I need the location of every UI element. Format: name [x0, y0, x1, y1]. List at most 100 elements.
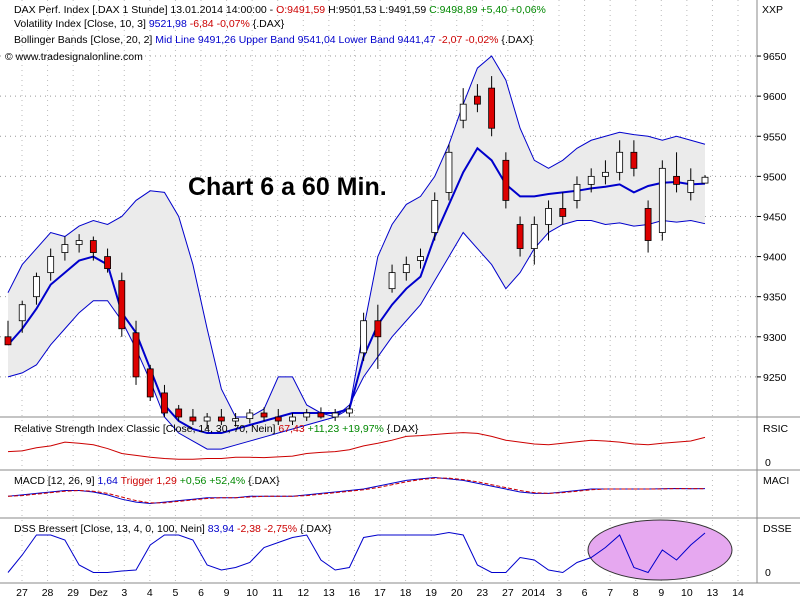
- rsi-header: Relative Strength Index Classic [Close, …: [14, 423, 419, 435]
- time-tick-label: 18: [400, 587, 412, 599]
- time-tick-label: 23: [476, 587, 488, 599]
- time-tick-label: 17: [374, 587, 386, 599]
- candle-body: [687, 179, 695, 193]
- candle: [317, 407, 325, 419]
- candle-body: [388, 272, 396, 290]
- candle-body: [345, 408, 353, 414]
- candle-body: [118, 280, 126, 330]
- time-tick-label: 9: [658, 587, 664, 599]
- time-tick-label: 27: [16, 587, 28, 599]
- price-tick-label: 9600: [763, 91, 787, 103]
- time-tick-label: 13: [707, 587, 719, 599]
- candle-body: [602, 171, 609, 177]
- candle-body: [701, 176, 709, 184]
- rsi-panel: [7, 432, 706, 460]
- candle-body: [75, 240, 83, 245]
- candle-body: [104, 256, 111, 270]
- candle-body: [559, 208, 567, 217]
- candle-body: [132, 332, 140, 378]
- candle-body: [18, 304, 26, 322]
- time-tick-label: 14: [732, 587, 744, 599]
- candle-body: [431, 200, 439, 233]
- time-tick-label: 4: [147, 587, 153, 599]
- candle-body: [146, 368, 154, 398]
- price-tick-label: 9400: [763, 252, 787, 264]
- time-tick-label: 12: [297, 587, 309, 599]
- time-tick-label: 13: [323, 587, 335, 599]
- candle-body: [33, 276, 40, 298]
- candle-body: [331, 412, 339, 418]
- candle-body: [573, 183, 581, 201]
- candle-body: [459, 103, 467, 121]
- time-tick-label: 11: [272, 587, 283, 599]
- candle: [118, 272, 126, 337]
- candle-body: [89, 240, 97, 253]
- candle-body: [274, 416, 282, 422]
- candle-body: [502, 159, 510, 201]
- candle-body: [289, 416, 296, 422]
- dss-axis-label: DSSE: [763, 523, 792, 535]
- time-tick-label: 2014: [522, 587, 546, 599]
- time-tick-label: 19: [425, 587, 437, 599]
- candle-body: [203, 416, 211, 422]
- candle: [502, 152, 510, 209]
- candle-body: [360, 320, 368, 354]
- candle-body: [260, 412, 268, 418]
- candle-body: [516, 224, 524, 249]
- candle-body: [246, 412, 254, 420]
- copyright-text: © www.tradesignalonline.com: [5, 51, 143, 63]
- candle-body: [232, 418, 239, 422]
- candle: [445, 144, 453, 201]
- candle: [146, 364, 154, 401]
- time-tick-label: 5: [173, 587, 179, 599]
- dss-highlight: [587, 519, 733, 581]
- candle-body: [374, 320, 382, 338]
- candle-body: [4, 336, 12, 346]
- macd-header: MACD [12, 26, 9] 1,64 Trigger 1,29 +0,56…: [14, 475, 280, 487]
- time-tick-label: 3: [556, 587, 562, 599]
- price-tick-label: 9450: [763, 211, 787, 223]
- rsi-zero-label: 0: [765, 457, 771, 469]
- candle-body: [417, 256, 424, 261]
- price-tick-label: 9350: [763, 292, 787, 304]
- time-tick-label: 9: [224, 587, 230, 599]
- header-line3: Bollinger Bands [Close, 20, 2] Mid Line …: [14, 34, 533, 46]
- candle-body: [616, 151, 624, 173]
- candle: [331, 408, 339, 422]
- candle: [658, 160, 666, 241]
- rsi-axis-label: RSIC: [763, 423, 789, 435]
- time-tick-label: 27: [502, 587, 514, 599]
- time-axis: 27 28 29 Dez 3 4 5 6 9 10 11 12 13 16 17 18 19 20 23 27 2014…: [16, 587, 744, 599]
- dss-header: DSS Bressert [Close, 13, 4, 0, 100, Nein…: [14, 523, 332, 535]
- header-line1: DAX Perf. Index [.DAX 1 Stunde] 13.01.20…: [14, 4, 546, 16]
- time-tick-label: 7: [607, 587, 613, 599]
- price-tick-label: 9300: [763, 332, 787, 344]
- candle-body: [47, 256, 55, 274]
- candle-body: [217, 416, 225, 422]
- candle-body: [175, 408, 183, 418]
- price-axis: 9250 9300 9350 9400 9450 9500 9550 9600 9650: [757, 51, 787, 384]
- price-tick-label: 9550: [763, 131, 787, 143]
- candle-body: [317, 412, 325, 418]
- candle-body: [530, 224, 538, 249]
- candle: [644, 200, 652, 253]
- time-tick-label: 28: [42, 587, 54, 599]
- time-tick-label: 29: [67, 587, 79, 599]
- time-tick-label: 16: [349, 587, 361, 599]
- time-tick-label: 6: [198, 587, 204, 599]
- candle-body: [161, 392, 168, 414]
- candle-body: [630, 151, 638, 169]
- candle-body: [474, 95, 481, 105]
- price-tick-label: 9650: [763, 51, 787, 63]
- candle-body: [402, 264, 410, 274]
- candle-body: [61, 244, 69, 253]
- time-tick-label: 6: [582, 587, 588, 599]
- time-tick-label: 20: [451, 587, 463, 599]
- price-tick-label: 9500: [763, 171, 787, 183]
- candle-body: [445, 151, 453, 193]
- candle-body: [644, 208, 652, 241]
- candle-body: [587, 175, 595, 185]
- chart-canvas: 925093009350940094509500955096009650 27 2…: [0, 0, 800, 599]
- header-line2: Volatility Index [Close, 10, 3] 9521,98 …: [14, 18, 285, 30]
- candle-body: [658, 167, 666, 233]
